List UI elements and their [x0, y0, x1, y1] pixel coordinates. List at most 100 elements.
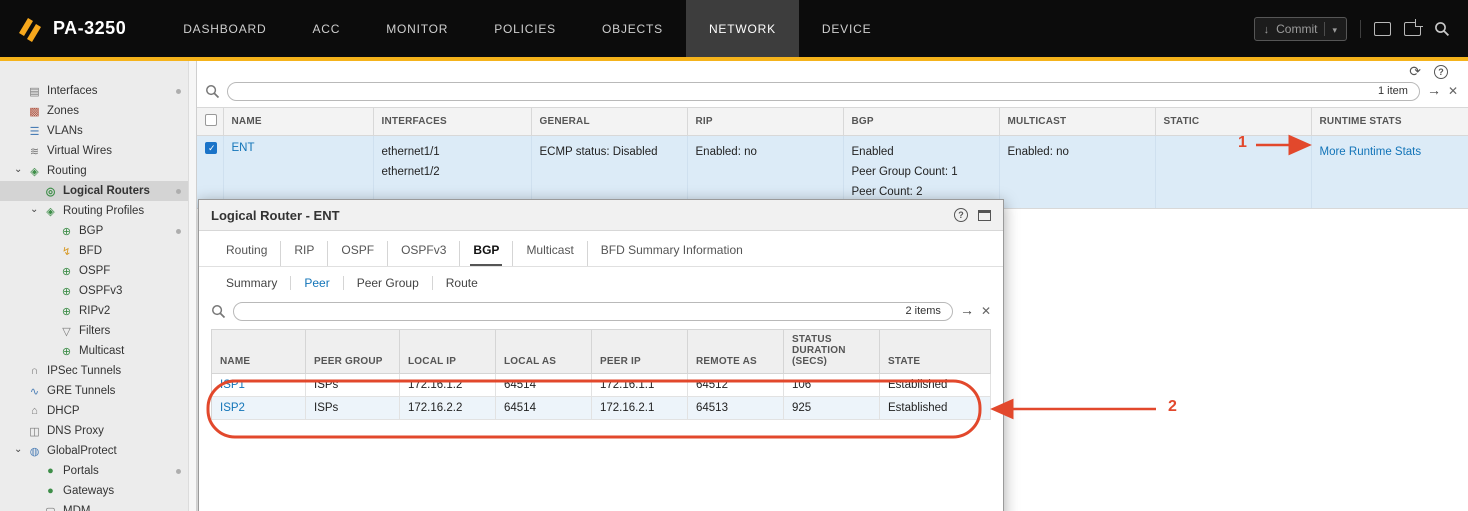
row-checkbox[interactable] [205, 142, 217, 154]
sidebar-item-dhcp[interactable]: ⌂DHCP [0, 401, 188, 421]
tab-bfd-summary[interactable]: BFD Summary Information [587, 241, 756, 266]
nav-device[interactable]: DEVICE [799, 0, 894, 57]
select-all-checkbox[interactable] [205, 114, 217, 126]
nav-policies[interactable]: POLICIES [471, 0, 579, 57]
dialog-help-icon[interactable] [954, 208, 968, 222]
sidebar-item-ospfv3[interactable]: ⊕OSPFv3 [0, 281, 188, 301]
col-static[interactable]: STATIC [1155, 108, 1311, 136]
expander-icon[interactable] [14, 446, 27, 457]
search-input[interactable] [228, 85, 1378, 97]
col-runtime-stats[interactable]: RUNTIME STATS [1311, 108, 1468, 136]
tab-multicast[interactable]: Multicast [512, 241, 586, 266]
sidebar-item-logical-routers[interactable]: ◎Logical Routers [0, 181, 188, 201]
expander-icon[interactable] [14, 166, 27, 177]
subtab-summary[interactable]: Summary [213, 276, 290, 290]
sidebar-item-filters[interactable]: ▽Filters [0, 321, 188, 341]
sidebar-item-vlans[interactable]: ☰VLANs [0, 121, 188, 141]
table-row[interactable]: ISP1 ISPs 172.16.1.2 64514 172.16.1.1 64… [212, 374, 991, 397]
subtab-peer-group[interactable]: Peer Group [343, 276, 432, 290]
col-rip[interactable]: RIP [687, 108, 843, 136]
sidebar-item-bfd[interactable]: ↯BFD [0, 241, 188, 261]
sidebar-item-dns-proxy[interactable]: ◫DNS Proxy [0, 421, 188, 441]
col-name[interactable]: NAME [223, 108, 373, 136]
tab-ospf[interactable]: OSPF [327, 241, 387, 266]
col-status-duration[interactable]: STATUS DURATION (SECS) [784, 330, 880, 374]
commit-caret-icon[interactable] [1324, 22, 1337, 36]
cell-status-duration: 925 [784, 397, 880, 420]
sidebar-item-routing[interactable]: ◈Routing [0, 161, 188, 181]
dialog-search-input[interactable] [234, 305, 905, 317]
expander-icon[interactable] [30, 206, 43, 217]
col-general[interactable]: GENERAL [531, 108, 687, 136]
sidebar-item-mdm[interactable]: ▢MDM [0, 501, 188, 511]
save-config-icon[interactable] [1404, 22, 1421, 36]
col-peer-ip[interactable]: PEER IP [592, 330, 688, 374]
sidebar-item-gateways[interactable]: ●Gateways [0, 481, 188, 501]
status-dot [176, 89, 181, 94]
dialog-titlebar[interactable]: Logical Router - ENT [199, 200, 1003, 231]
table-row[interactable]: ISP2 ISPs 172.16.2.2 64514 172.16.2.1 64… [212, 397, 991, 420]
sidebar-item-label: DHCP [47, 405, 80, 417]
sidebar-item-ipsec-tunnels[interactable]: ∩IPSec Tunnels [0, 361, 188, 381]
sidebar-scrollbar[interactable] [188, 61, 197, 511]
nav-acc[interactable]: ACC [289, 0, 363, 57]
cell-peer-ip: 172.16.1.1 [592, 374, 688, 397]
sidebar-item-zones[interactable]: ▩Zones [0, 101, 188, 121]
task-manager-icon[interactable] [1374, 22, 1391, 36]
clear-filter-icon[interactable] [1448, 82, 1458, 100]
col-bgp[interactable]: BGP [843, 108, 999, 136]
apply-filter-icon[interactable] [1427, 82, 1441, 100]
tab-ospfv3[interactable]: OSPFv3 [387, 241, 459, 266]
tab-routing[interactable]: Routing [213, 241, 280, 266]
ipsec-tunnels-icon: ∩ [27, 365, 42, 377]
sidebar-item-virtual-wires[interactable]: ≋Virtual Wires [0, 141, 188, 161]
sidebar-item-portals[interactable]: ●Portals [0, 461, 188, 481]
sidebar-item-gre-tunnels[interactable]: ∿GRE Tunnels [0, 381, 188, 401]
col-state[interactable]: STATE [880, 330, 991, 374]
nav-dashboard[interactable]: DASHBOARD [160, 0, 289, 57]
dialog-maximize-icon[interactable] [978, 210, 991, 221]
search-icon [205, 84, 220, 99]
col-interfaces[interactable]: INTERFACES [373, 108, 531, 136]
nav-monitor[interactable]: MONITOR [363, 0, 471, 57]
sidebar-item-routing-profiles[interactable]: ◈Routing Profiles [0, 201, 188, 221]
refresh-icon[interactable] [1409, 63, 1421, 81]
col-remote-as[interactable]: REMOTE AS [688, 330, 784, 374]
logical-router-dialog: Logical Router - ENT Routing RIP OSPF OS… [198, 199, 1004, 511]
ripv2-icon: ⊕ [59, 305, 74, 318]
sidebar-item-globalprotect[interactable]: ◍GlobalProtect [0, 441, 188, 461]
router-name-link[interactable]: ENT [232, 142, 255, 154]
help-icon[interactable] [1434, 65, 1448, 79]
commit-button[interactable]: Commit [1254, 17, 1347, 41]
col-local-as[interactable]: LOCAL AS [496, 330, 592, 374]
col-peer-group[interactable]: PEER GROUP [306, 330, 400, 374]
sidebar-item-multicast[interactable]: ⊕Multicast [0, 341, 188, 361]
apply-filter-icon[interactable] [960, 302, 974, 320]
table-row[interactable]: ENT ethernet1/1 ethernet1/2 ECMP status:… [197, 136, 1468, 209]
sidebar-item-label: BFD [79, 245, 102, 257]
row-select-cell [197, 136, 223, 209]
dns-proxy-icon: ◫ [27, 425, 42, 438]
tab-rip[interactable]: RIP [280, 241, 327, 266]
tab-bgp[interactable]: BGP [459, 241, 512, 266]
clear-filter-icon[interactable] [981, 302, 991, 320]
col-multicast[interactable]: MULTICAST [999, 108, 1155, 136]
nav-network[interactable]: NETWORK [686, 0, 799, 57]
global-search-icon[interactable] [1434, 21, 1450, 37]
peer-name-link[interactable]: ISP2 [220, 402, 245, 414]
sidebar-item-label: BGP [79, 225, 103, 237]
sidebar-item-interfaces[interactable]: ▤Interfaces [0, 81, 188, 101]
more-runtime-stats-link[interactable]: More Runtime Stats [1320, 146, 1422, 158]
col-local-ip[interactable]: LOCAL IP [400, 330, 496, 374]
sidebar-item-ripv2[interactable]: ⊕RIPv2 [0, 301, 188, 321]
subtab-route[interactable]: Route [432, 276, 491, 290]
dialog-subtabs: Summary Peer Peer Group Route [199, 267, 1003, 298]
subtab-peer[interactable]: Peer [290, 276, 342, 290]
sidebar-item-ospf[interactable]: ⊕OSPF [0, 261, 188, 281]
vlans-icon: ☰ [27, 125, 42, 138]
status-dot [176, 189, 181, 194]
peer-name-link[interactable]: ISP1 [220, 379, 245, 391]
nav-objects[interactable]: OBJECTS [579, 0, 686, 57]
col-name[interactable]: NAME [212, 330, 306, 374]
sidebar-item-bgp[interactable]: ⊕BGP [0, 221, 188, 241]
